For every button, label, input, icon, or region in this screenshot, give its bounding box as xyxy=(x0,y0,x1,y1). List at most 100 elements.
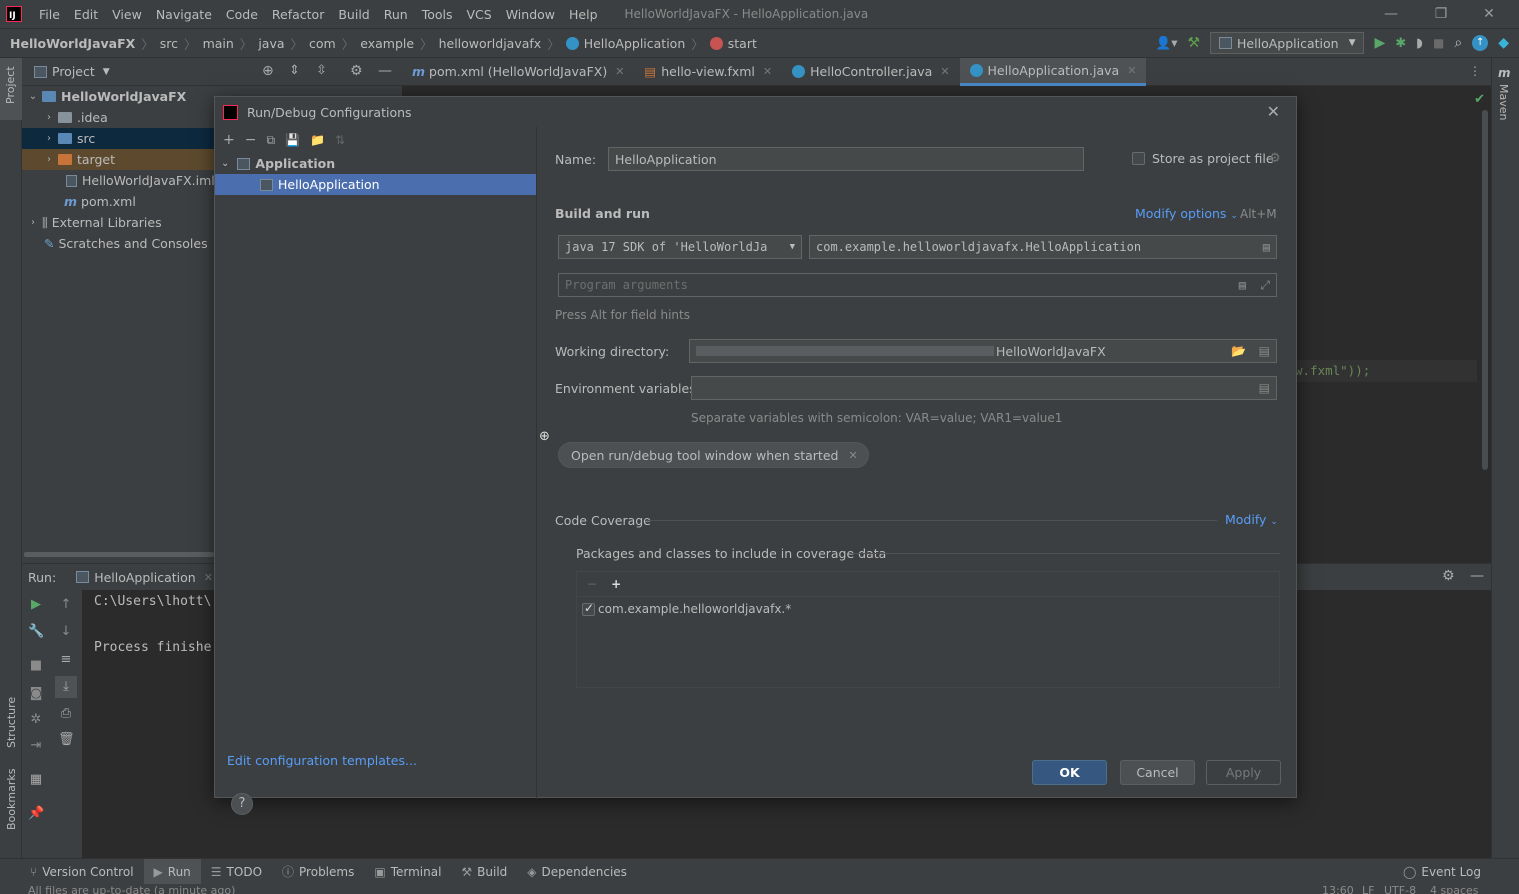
modify-options-link[interactable]: Modify options ⌄ xyxy=(1135,206,1238,221)
vertical-scrollbar[interactable] xyxy=(1482,110,1488,470)
maven-icon[interactable]: m xyxy=(1498,66,1511,80)
wrench-icon[interactable]: 🔧 xyxy=(28,624,44,640)
settings-icon[interactable]: ✲ xyxy=(28,712,44,728)
crumb-project[interactable]: HelloWorldJavaFX xyxy=(10,36,135,51)
help-button[interactable]: ? xyxy=(231,793,253,815)
hide-icon[interactable]: — xyxy=(1470,568,1484,584)
remove-option-icon[interactable]: ✕ xyxy=(848,449,857,462)
terminal-tool[interactable]: ▣ Terminal xyxy=(364,865,451,879)
close-tab-icon[interactable]: ✕ xyxy=(940,65,949,78)
todo-tool[interactable]: ☰ TODO xyxy=(201,865,272,879)
remove-icon[interactable]: − xyxy=(245,132,257,148)
package-checkbox[interactable] xyxy=(582,601,595,616)
close-tab-icon[interactable]: ✕ xyxy=(615,65,624,78)
working-directory-field[interactable]: HelloWorldJavaFX 📂 ▤ xyxy=(689,339,1277,363)
line-separator[interactable]: LF xyxy=(1362,884,1374,894)
menu-vcs[interactable]: VCS xyxy=(460,7,499,22)
run-tab[interactable]: HelloApplication xyxy=(94,570,196,585)
debug-icon[interactable]: ✱ xyxy=(1395,36,1406,51)
edit-templates-link[interactable]: Edit configuration templates... xyxy=(227,753,417,768)
locate-icon[interactable]: ⊕ xyxy=(262,63,274,79)
project-view-selector[interactable]: Project xyxy=(52,64,95,79)
menu-window[interactable]: Window xyxy=(499,7,562,22)
file-encoding[interactable]: UTF-8 xyxy=(1384,884,1416,894)
restore-icon[interactable]: ❐ xyxy=(1417,0,1465,28)
layout-icon[interactable]: ▦ xyxy=(28,772,44,788)
caret-position[interactable]: 13:60 xyxy=(1322,884,1354,894)
copy-icon[interactable]: ⧉ xyxy=(266,133,275,148)
camera-icon[interactable]: ◙ xyxy=(28,686,44,702)
minimize-icon[interactable]: — xyxy=(1367,0,1415,28)
gear-icon[interactable]: ⚙ xyxy=(350,63,363,79)
add-icon[interactable]: + xyxy=(611,577,621,591)
tab-pom-xml[interactable]: m pom.xml (HelloWorldJavaFX) ✕ xyxy=(402,58,634,86)
save-icon[interactable]: 💾 xyxy=(285,133,300,147)
up-icon[interactable]: ↑ xyxy=(58,597,74,613)
print-icon[interactable]: ⎙ xyxy=(58,706,74,722)
insert-macro-icon[interactable]: ▤ xyxy=(1239,278,1246,292)
menu-file[interactable]: File xyxy=(32,7,67,22)
rerun-icon[interactable]: ▶ xyxy=(28,597,44,613)
menu-run[interactable]: Run xyxy=(377,7,415,22)
horizontal-scrollbar[interactable] xyxy=(24,552,214,557)
remove-icon[interactable]: − xyxy=(587,577,597,591)
jre-select[interactable]: java 17 SDK of 'HelloWorldJa ▼ xyxy=(558,235,802,259)
maven-tool-label[interactable]: Maven xyxy=(1497,84,1510,120)
crumb-java[interactable]: java xyxy=(258,36,284,51)
menu-help[interactable]: Help xyxy=(562,7,605,22)
coverage-modify-link[interactable]: Modify ⌄ xyxy=(1225,512,1278,527)
problems-tool[interactable]: ⓘ Problems xyxy=(272,863,364,880)
program-arguments-field[interactable]: Program arguments ▤ ⤢ xyxy=(558,273,1277,297)
expand-icon[interactable]: ⤢ xyxy=(1260,278,1270,293)
run-tool[interactable]: ▶ Run xyxy=(143,858,201,885)
tree-group-application[interactable]: ⌄ Application xyxy=(215,153,536,174)
scroll-to-end-icon[interactable]: ⤓ xyxy=(55,676,77,698)
stop-icon[interactable]: ■ xyxy=(28,658,44,674)
crumb-example[interactable]: example xyxy=(360,36,414,51)
update-icon[interactable]: ↑ xyxy=(1472,35,1489,51)
menu-view[interactable]: View xyxy=(105,7,149,22)
expand-all-icon[interactable]: ⇕ xyxy=(289,63,300,78)
collapse-all-icon[interactable]: ⇳ xyxy=(316,63,327,78)
stop-icon[interactable]: ■ xyxy=(1433,36,1444,50)
apply-button[interactable]: Apply xyxy=(1206,760,1281,785)
chevron-right-icon[interactable]: › xyxy=(24,217,42,228)
edit-env-icon[interactable]: ▤ xyxy=(1259,381,1270,395)
sort-icon[interactable]: ⇅ xyxy=(335,133,345,147)
user-icon[interactable]: 👤▾ xyxy=(1156,35,1178,51)
folder-icon[interactable]: 📂 xyxy=(1231,344,1246,358)
menu-build[interactable]: Build xyxy=(331,7,376,22)
run-icon[interactable]: ▶ xyxy=(1374,35,1385,51)
tab-hello-view-fxml[interactable]: ▤ hello-view.fxml ✕ xyxy=(634,58,782,86)
structure-tool-label[interactable]: Structure xyxy=(5,697,18,748)
cancel-button[interactable]: Cancel xyxy=(1120,760,1195,785)
hide-icon[interactable]: — xyxy=(378,63,392,79)
indent-setting[interactable]: 4 spaces xyxy=(1430,884,1479,894)
main-class-field[interactable]: com.example.helloworldjavafx.HelloApplic… xyxy=(809,235,1277,259)
bookmarks-tool-label[interactable]: Bookmarks xyxy=(5,769,18,830)
crumb-method[interactable]: start xyxy=(728,36,757,51)
tab-hello-controller[interactable]: HelloController.java ✕ xyxy=(782,58,959,86)
name-field[interactable]: HelloApplication xyxy=(608,147,1084,171)
ok-button[interactable]: OK xyxy=(1032,760,1107,785)
pin-icon[interactable]: 📌 xyxy=(28,806,44,822)
dependencies-tool[interactable]: ◈ Dependencies xyxy=(517,865,637,879)
insert-macro-icon[interactable]: ▤ xyxy=(1259,344,1270,358)
close-icon[interactable]: ✕ xyxy=(1267,102,1280,121)
chevron-down-icon[interactable]: ⌄ xyxy=(24,91,42,102)
environment-variables-field[interactable]: ▤ xyxy=(691,376,1277,400)
add-icon[interactable]: + xyxy=(223,132,235,148)
chevron-down-icon[interactable]: ⌄ xyxy=(221,158,229,169)
crumb-src[interactable]: src xyxy=(160,36,178,51)
close-tab-icon[interactable]: ✕ xyxy=(1127,64,1136,77)
open-tool-window-chip[interactable]: Open run/debug tool window when started … xyxy=(558,442,869,468)
toolbox-icon[interactable]: ◆ xyxy=(1498,35,1509,51)
more-tabs-icon[interactable]: ⋮ xyxy=(1469,64,1481,78)
menu-edit[interactable]: Edit xyxy=(67,7,105,22)
version-control-tool[interactable]: ⑂ Version Control xyxy=(0,865,144,879)
menu-refactor[interactable]: Refactor xyxy=(265,7,331,22)
close-tab-icon[interactable]: ✕ xyxy=(763,65,772,78)
move-to-folder-icon[interactable]: 📁 xyxy=(310,133,325,147)
search-icon[interactable]: ⌕ xyxy=(1454,35,1462,51)
menu-navigate[interactable]: Navigate xyxy=(149,7,219,22)
